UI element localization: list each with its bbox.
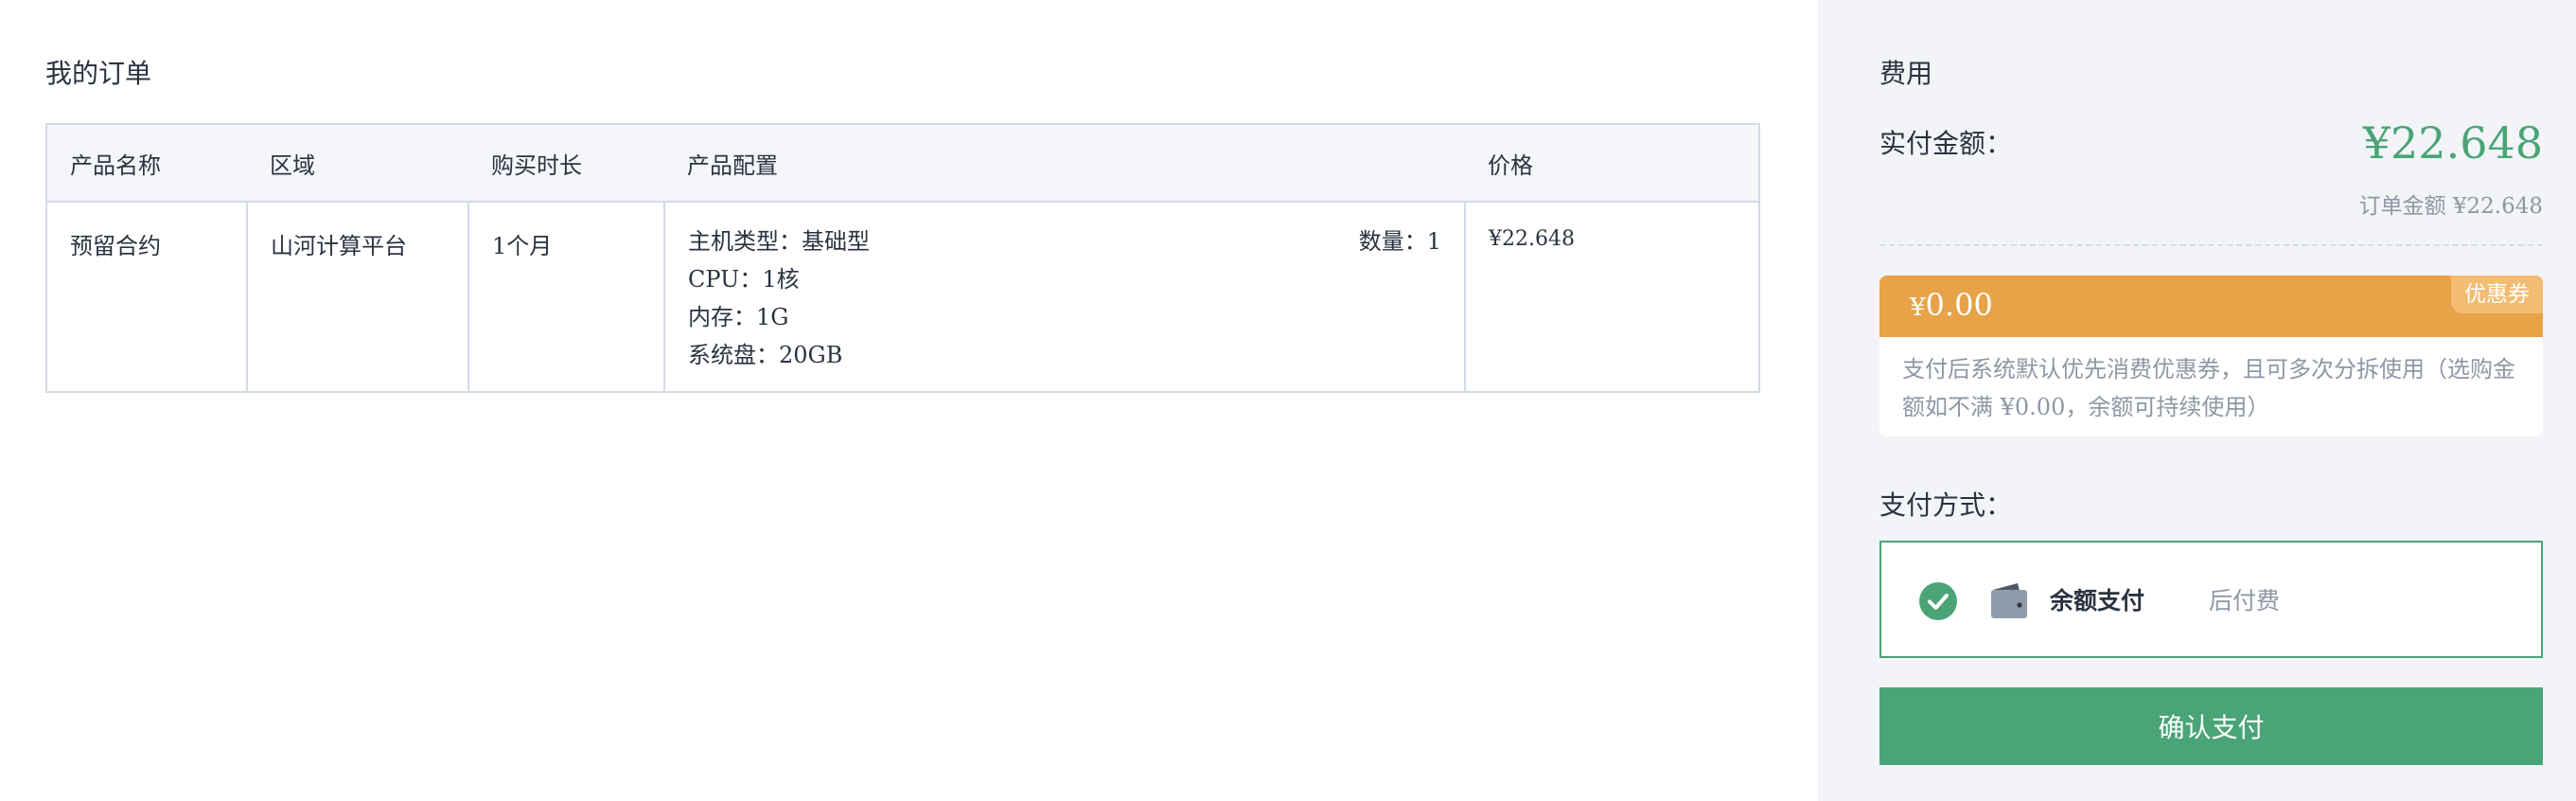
check-circle-icon <box>1919 582 1957 620</box>
config-cpu: CPU：1核 <box>688 266 800 293</box>
column-header-config: 产品配置 <box>664 124 1465 203</box>
confirm-pay-button[interactable]: 确认支付 <box>1879 687 2543 765</box>
payment-option-balance[interactable]: 余额支付 后付费 <box>1879 541 2543 658</box>
config-quantity: 数量：1 <box>1358 228 1441 255</box>
coupon-value: ¥0.00 <box>1910 287 1993 323</box>
checkout-panel: 费用 实付金额： ¥22.648 订单金额 ¥22.648 ¥0.00 优惠券 … <box>1818 0 2576 801</box>
config-disk: 系统盘：20GB <box>688 342 843 368</box>
column-header-product: 产品名称 <box>46 124 247 203</box>
coupon-card[interactable]: ¥0.00 优惠券 支付后系统默认优先消费优惠券，且可多次分拆使用（选购金额如不… <box>1879 276 2543 436</box>
coupon-header: ¥0.00 优惠券 <box>1879 276 2543 337</box>
payment-method-subtitle: 后付费 <box>2209 587 2281 614</box>
cell-product-name: 预留合约 <box>46 202 248 392</box>
cell-price: ¥22.648 <box>1489 227 1575 251</box>
coupon-currency: ¥ <box>1910 294 1926 322</box>
order-title: 我的订单 <box>45 58 152 89</box>
order-amount: 订单金额 ¥22.648 <box>2358 194 2543 219</box>
payment-method-name: 余额支付 <box>2050 587 2145 614</box>
order-section: 我的订单 产品名称 区域 购买时长 产品配置 价格 预留合约 山河计算平台 1个… <box>0 0 1818 801</box>
dashed-divider <box>1879 244 2543 246</box>
pay-amount-value: ¥22.648 <box>2362 117 2543 169</box>
wallet-icon <box>1989 582 2029 620</box>
coupon-tag: 优惠券 <box>2451 276 2543 313</box>
coupon-note: 支付后系统默认优先消费优惠券，且可多次分拆使用（选购金额如不满 ¥0.00，余额… <box>1902 356 2515 420</box>
table-header-row: 产品名称 区域 购买时长 产品配置 价格 <box>46 124 1759 203</box>
table-row: 预留合约 山河计算平台 1个月 主机类型：基础型 数量：1 CPU：1核 内存：… <box>46 202 1759 392</box>
payment-method-title: 支付方式： <box>1879 490 2013 521</box>
order-table: 产品名称 区域 购买时长 产品配置 价格 预留合约 山河计算平台 1个月 主机类… <box>45 123 1760 393</box>
column-header-duration: 购买时长 <box>468 124 664 203</box>
config-memory: 内存：1G <box>688 304 789 330</box>
cell-config: 主机类型：基础型 数量：1 CPU：1核 内存：1G 系统盘：20GB <box>664 202 1466 392</box>
column-header-region: 区域 <box>247 124 468 203</box>
coupon-amount: 0.00 <box>1925 287 1993 323</box>
cell-region: 山河计算平台 <box>247 202 469 392</box>
pay-amount-label: 实付金额： <box>1879 128 2013 159</box>
column-header-price: 价格 <box>1465 124 1759 203</box>
cell-duration: 1个月 <box>468 202 665 392</box>
fee-title: 费用 <box>1879 58 1933 89</box>
config-host-type: 主机类型：基础型 <box>688 228 870 255</box>
